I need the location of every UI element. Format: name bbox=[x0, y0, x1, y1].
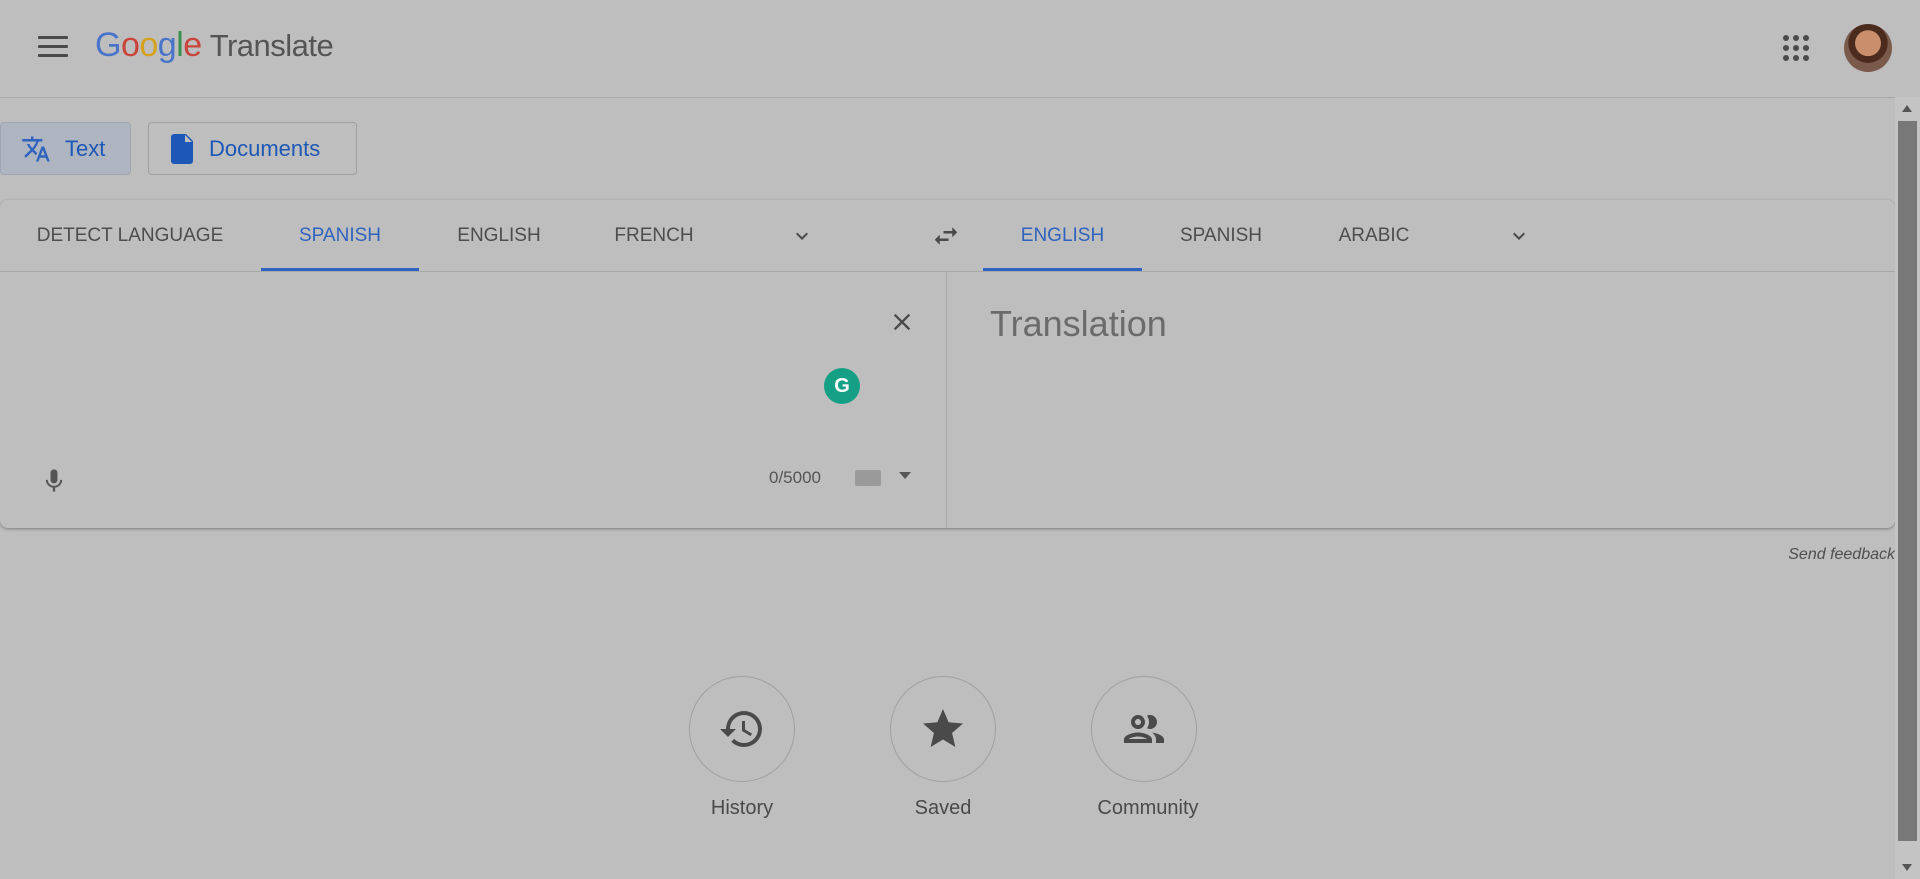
send-feedback-link[interactable]: Send feedback bbox=[1788, 546, 1895, 564]
text-mode-label: Text bbox=[65, 135, 106, 161]
translate-icon bbox=[22, 136, 50, 161]
swap-languages-icon[interactable] bbox=[931, 221, 961, 251]
source-more-languages-chevron-down-icon[interactable] bbox=[790, 224, 814, 248]
logo-letter: G bbox=[95, 26, 121, 64]
target-lang-spanish[interactable]: SPANISH bbox=[1178, 200, 1264, 271]
logo-letter: o bbox=[120, 26, 140, 64]
google-translate-logo[interactable]: Google Translate bbox=[95, 26, 334, 65]
translation-output-placeholder[interactable]: Translation bbox=[990, 303, 1167, 345]
page-scrollbar[interactable] bbox=[1895, 97, 1920, 879]
history-label: History bbox=[710, 797, 774, 819]
source-lang-spanish[interactable]: SPANISH bbox=[261, 200, 419, 271]
saved-label: Saved bbox=[914, 797, 972, 819]
star-icon bbox=[923, 709, 963, 747]
grammarly-icon[interactable]: G bbox=[824, 368, 860, 404]
hamburger-menu-icon[interactable] bbox=[34, 32, 72, 64]
target-lang-english[interactable]: ENGLISH bbox=[983, 200, 1142, 271]
scroll-up-arrow-icon[interactable] bbox=[1902, 105, 1912, 112]
scroll-down-arrow-icon[interactable] bbox=[1902, 864, 1912, 871]
character-count: 0/5000 bbox=[769, 468, 821, 487]
community-label: Community bbox=[1097, 797, 1199, 819]
logo-letter: o bbox=[139, 26, 158, 64]
top-header: Google Translate bbox=[0, 0, 1920, 98]
saved-button[interactable] bbox=[890, 676, 996, 782]
microphone-icon[interactable] bbox=[40, 464, 68, 498]
documents-mode-tab[interactable]: Documents bbox=[148, 122, 357, 175]
target-more-languages-chevron-down-icon[interactable] bbox=[1507, 224, 1531, 248]
logo-letter: e bbox=[183, 26, 202, 64]
source-lang-english[interactable]: ENGLISH bbox=[456, 200, 542, 271]
input-tools-dropdown-icon[interactable] bbox=[899, 472, 911, 479]
source-lang-french[interactable]: FRENCH bbox=[614, 200, 694, 271]
scrollbar-thumb[interactable] bbox=[1898, 121, 1917, 841]
apps-grid-icon[interactable] bbox=[1783, 35, 1809, 61]
history-button[interactable] bbox=[689, 676, 795, 782]
history-icon bbox=[720, 711, 762, 747]
source-lang-detect[interactable]: DETECT LANGUAGE bbox=[36, 200, 224, 271]
documents-mode-label: Documents bbox=[209, 135, 321, 161]
community-button[interactable] bbox=[1091, 676, 1197, 782]
product-name: Translate bbox=[209, 28, 334, 63]
target-lang-arabic[interactable]: ARABIC bbox=[1336, 200, 1412, 271]
community-people-icon bbox=[1124, 715, 1164, 743]
logo-letter: g bbox=[157, 26, 177, 64]
text-mode-tab[interactable]: Text bbox=[0, 122, 131, 175]
document-icon bbox=[171, 133, 193, 164]
clear-source-text-close-icon[interactable] bbox=[888, 308, 916, 336]
keyboard-icon[interactable] bbox=[855, 470, 881, 486]
account-avatar[interactable] bbox=[1844, 24, 1892, 72]
panel-divider bbox=[946, 271, 947, 528]
